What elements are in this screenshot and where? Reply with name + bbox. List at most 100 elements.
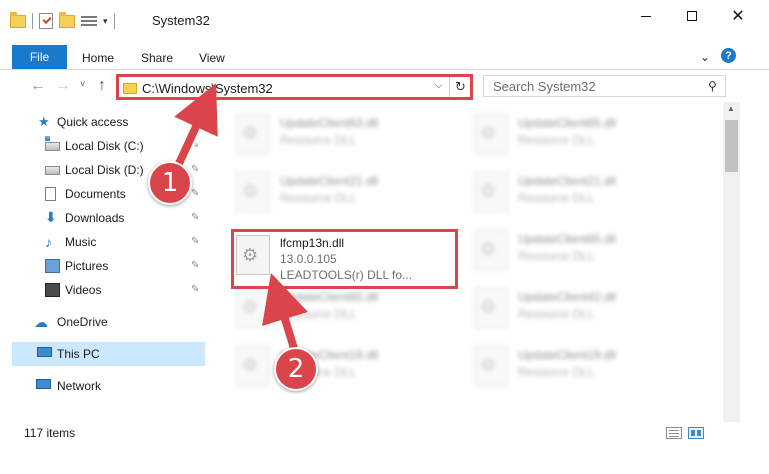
forward-button[interactable]: → bbox=[55, 77, 71, 95]
sidebar-item-label: Videos bbox=[65, 283, 102, 297]
file-description: Resource DLL bbox=[280, 133, 357, 147]
status-bar: 117 items bbox=[0, 422, 769, 444]
sidebar-item-pictures[interactable]: Pictures ✎ bbox=[0, 254, 205, 278]
pin-icon[interactable]: ✎ bbox=[191, 212, 199, 223]
pin-icon[interactable]: ✎ bbox=[191, 140, 199, 151]
minimize-button[interactable] bbox=[623, 0, 669, 32]
list-item[interactable]: ⚙ UpdateClient42.dll Resource DLL bbox=[470, 284, 700, 334]
file-name: UpdateClient19.dll bbox=[518, 348, 617, 362]
list-item[interactable]: ⚙ UpdateClient65.dll Resource DLL bbox=[470, 110, 700, 160]
sidebar-item-label: Downloads bbox=[65, 211, 125, 225]
step-2-badge: 2 bbox=[274, 347, 318, 391]
navigation-bar: ← → ˅ ↑ C:\Windows\System32 ⌵ ↻ Search S… bbox=[0, 70, 769, 102]
address-bar[interactable]: C:\Windows\System32 ⌵ ↻ bbox=[116, 74, 473, 100]
gear-icon: ⚙ bbox=[242, 181, 259, 201]
quick-access-toolbar: ▾ bbox=[10, 12, 115, 30]
address-path[interactable]: C:\Windows\System32 bbox=[142, 81, 273, 96]
sidebar-item-label: OneDrive bbox=[57, 315, 108, 329]
tab-home[interactable]: Home bbox=[82, 51, 114, 65]
file-description: Resource DLL bbox=[280, 307, 357, 321]
search-input[interactable]: Search System32 ⚲ bbox=[483, 75, 726, 97]
pin-icon[interactable]: ✎ bbox=[191, 284, 199, 295]
file-description: Resource DLL bbox=[518, 133, 595, 147]
sidebar-item-videos[interactable]: Videos ✎ bbox=[0, 278, 205, 302]
sidebar-item-label: Local Disk (C:) bbox=[65, 139, 144, 153]
pin-icon[interactable]: ✎ bbox=[191, 164, 199, 175]
sidebar-item-label: This PC bbox=[57, 347, 100, 361]
item-count: 117 items bbox=[24, 426, 76, 440]
list-item[interactable]: ⚙ UpdateClient19.dll Resource DLL bbox=[232, 342, 462, 392]
list-item[interactable]: ⚙ UpdateClient21.dll Resource DLL bbox=[232, 168, 462, 218]
folder-icon bbox=[10, 12, 26, 29]
ribbon: File Home Share View ⌄ ? bbox=[0, 40, 769, 70]
pin-icon[interactable]: ✎ bbox=[191, 188, 199, 199]
file-description: Resource DLL bbox=[518, 191, 595, 205]
recent-locations-icon[interactable]: ˅ bbox=[80, 79, 85, 89]
sidebar-item-onedrive[interactable]: ☁ OneDrive bbox=[0, 310, 205, 334]
sidebar-item-this-pc[interactable]: This PC bbox=[12, 342, 205, 366]
details-view-icon[interactable] bbox=[666, 427, 682, 439]
file-name: UpdateClient42.dll bbox=[518, 290, 617, 304]
list-item[interactable]: ⚙ UpdateClient21.dll Resource DLL bbox=[470, 168, 700, 218]
file-name: UpdateClient65.dll bbox=[518, 116, 617, 130]
properties-check-icon[interactable] bbox=[39, 13, 53, 29]
sidebar-item-quick-access[interactable]: ★ Quick access bbox=[0, 110, 205, 134]
sidebar-item-network[interactable]: Network bbox=[0, 374, 205, 398]
refresh-icon: ↻ bbox=[455, 79, 466, 94]
back-button[interactable]: ← bbox=[30, 77, 46, 95]
pin-icon[interactable]: ✎ bbox=[191, 236, 199, 247]
sidebar-item-label: Documents bbox=[65, 187, 126, 201]
close-icon: ✕ bbox=[731, 8, 745, 25]
window-title: System32 bbox=[152, 13, 210, 28]
vertical-scrollbar[interactable]: ▲ bbox=[723, 102, 740, 422]
help-icon[interactable]: ? bbox=[721, 48, 736, 63]
gear-icon: ⚙ bbox=[480, 181, 497, 201]
sidebar-item-label: Local Disk (D:) bbox=[65, 163, 144, 177]
file-description: Resource DLL bbox=[518, 249, 595, 263]
tab-view[interactable]: View bbox=[199, 51, 225, 65]
sidebar-item-label: Network bbox=[57, 379, 102, 393]
search-icon[interactable]: ⚲ bbox=[708, 79, 717, 93]
list-item[interactable]: ⚙ UpdateClient65.dll Resource DLL bbox=[232, 284, 462, 334]
selected-file-highlight bbox=[231, 229, 458, 289]
gear-icon: ⚙ bbox=[480, 355, 497, 375]
scrollbar-thumb[interactable] bbox=[725, 120, 738, 172]
tab-share[interactable]: Share bbox=[141, 51, 173, 65]
documents-icon bbox=[45, 187, 56, 201]
tiles-view-icon[interactable] bbox=[688, 427, 704, 439]
navigation-pane: ★ Quick access Local Disk (C:) ✎ Local D… bbox=[0, 102, 210, 422]
onedrive-cloud-icon: ☁ bbox=[34, 314, 48, 330]
address-dropdown-icon[interactable]: ⌵ bbox=[435, 80, 443, 91]
minimize-icon bbox=[641, 15, 651, 17]
properties-icon[interactable] bbox=[81, 14, 97, 28]
sidebar-item-label: Pictures bbox=[65, 259, 109, 273]
list-item[interactable]: ⚙ UpdateClient65.dll Resource DLL bbox=[470, 226, 700, 276]
tab-file[interactable]: File bbox=[12, 45, 67, 69]
videos-icon bbox=[45, 283, 60, 297]
refresh-button[interactable]: ↻ bbox=[449, 77, 471, 97]
list-item[interactable]: ⚙ UpdateClient63.dll Resource DLL bbox=[232, 110, 462, 160]
sidebar-item-label: Quick access bbox=[57, 115, 129, 129]
expand-ribbon-icon[interactable]: ⌄ bbox=[700, 50, 710, 64]
sidebar-item-label: Music bbox=[65, 235, 97, 249]
downloads-icon: ⬇ bbox=[45, 209, 57, 225]
maximize-button[interactable] bbox=[669, 0, 715, 32]
list-item[interactable]: ⚙ UpdateClient19.dll Resource DLL bbox=[470, 342, 700, 392]
sidebar-item-local-disk-c[interactable]: Local Disk (C:) ✎ bbox=[0, 134, 205, 158]
sidebar-item-music[interactable]: ♪ Music ✎ bbox=[0, 230, 205, 254]
pictures-icon bbox=[45, 259, 60, 273]
file-name: UpdateClient65.dll bbox=[518, 232, 617, 246]
sidebar-item-downloads[interactable]: ⬇ Downloads ✎ bbox=[0, 206, 205, 230]
file-name: UpdateClient65.dll bbox=[280, 290, 379, 304]
scroll-up-icon[interactable]: ▲ bbox=[727, 104, 735, 113]
file-name: UpdateClient21.dll bbox=[280, 174, 379, 188]
maximize-icon bbox=[687, 11, 697, 21]
music-icon: ♪ bbox=[45, 234, 52, 250]
pin-icon[interactable]: ✎ bbox=[191, 260, 199, 271]
drive-icon bbox=[45, 136, 60, 151]
customize-toolbar-icon[interactable]: ▾ bbox=[103, 16, 108, 27]
close-button[interactable]: ✕ bbox=[715, 0, 761, 32]
toolbar-separator bbox=[32, 13, 33, 29]
up-button[interactable]: ↑ bbox=[98, 77, 106, 95]
new-folder-icon[interactable] bbox=[59, 12, 75, 29]
